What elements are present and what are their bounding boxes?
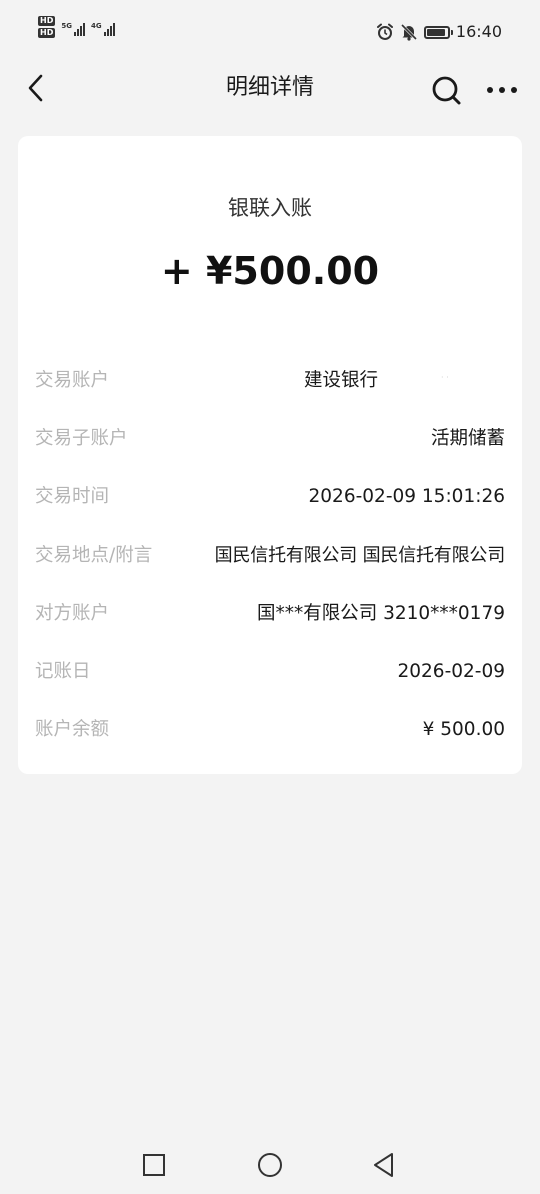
detail-value: 国***有限公司 3210***0179	[256, 602, 505, 624]
title-bar: 明细详情	[0, 64, 540, 112]
recent-apps-button[interactable]	[139, 1150, 169, 1180]
detail-value: 2026-02-09 15:01:26	[308, 486, 505, 508]
transaction-type: 银联入账	[228, 196, 312, 220]
status-right: 16:40	[376, 22, 502, 42]
system-nav-bar	[0, 1136, 540, 1194]
detail-label: 记账日	[35, 660, 91, 682]
detail-value: 国民信托有限公司 国民信托有限公司	[214, 544, 506, 566]
nav-back-button[interactable]	[369, 1150, 399, 1180]
screen: HD HD 5G 4G 16:40 明细详情 银联入账 + ¥500.00 交易…	[0, 0, 540, 1194]
status-left: HD HD 5G 4G	[38, 16, 115, 38]
battery-fill	[426, 28, 445, 36]
hd-indicators: HD HD	[38, 16, 56, 38]
signal-bars-icon	[73, 22, 85, 36]
detail-row-balance: 账户余额 ¥ 500.00	[18, 704, 522, 762]
detail-row-counterparty: 对方账户 国***有限公司 3210***0179	[18, 588, 522, 646]
transaction-amount: + ¥500.00	[160, 249, 380, 293]
home-button[interactable]	[255, 1150, 285, 1180]
detail-label: 对方账户	[35, 602, 110, 624]
signal-4g: 4G	[91, 22, 115, 36]
detail-label: 交易账户	[35, 370, 110, 391]
detail-row-time: 交易时间 2026-02-09 15:01:26	[18, 471, 522, 529]
battery-icon	[423, 25, 453, 39]
detail-label: 交易子账户	[35, 428, 128, 450]
detail-label: 交易时间	[35, 486, 110, 508]
detail-value: 活期储蓄	[430, 428, 505, 450]
square-recent-icon	[143, 1154, 165, 1176]
hd-badge: HD	[38, 28, 56, 38]
detail-list: 交易账户 建设银行 · · 交易子账户 活期储蓄 交易时间 2026-02-09…	[18, 355, 522, 762]
alarm-icon	[376, 23, 393, 40]
search-icon	[432, 76, 461, 105]
status-bar: HD HD 5G 4G 16:40	[0, 0, 540, 64]
signal-5g: 5G	[61, 22, 85, 36]
hd-badge: HD	[38, 16, 56, 26]
mute-icon	[400, 23, 417, 41]
detail-row-sub-account: 交易子账户 活期储蓄	[18, 413, 522, 471]
triangle-back-icon	[374, 1153, 393, 1177]
detail-label: 交易地点/附言	[35, 544, 153, 566]
network-type-label: 5G	[61, 22, 72, 30]
more-options-button[interactable]	[484, 72, 520, 108]
detail-value: ¥ 500.00	[422, 719, 505, 741]
detail-value: 建设银行	[304, 370, 379, 391]
more-horizontal-icon	[487, 87, 517, 93]
signal-bars-icon	[103, 22, 115, 36]
masked-account-mark: · ·	[441, 373, 449, 382]
network-type-label: 4G	[90, 22, 102, 30]
circle-home-icon	[258, 1153, 282, 1177]
detail-value: 2026-02-09	[397, 660, 505, 682]
search-button[interactable]	[428, 72, 464, 108]
transaction-detail-card: 银联入账 + ¥500.00 交易账户 建设银行 · · 交易子账户 活期储蓄 …	[18, 136, 522, 774]
detail-row-account: 交易账户 建设银行 · ·	[18, 355, 522, 413]
detail-label: 账户余额	[35, 719, 110, 741]
detail-row-posting-date: 记账日 2026-02-09	[18, 646, 522, 704]
status-time: 16:40	[455, 22, 502, 41]
detail-row-location-note: 交易地点/附言 国民信托有限公司 国民信托有限公司	[18, 530, 522, 588]
